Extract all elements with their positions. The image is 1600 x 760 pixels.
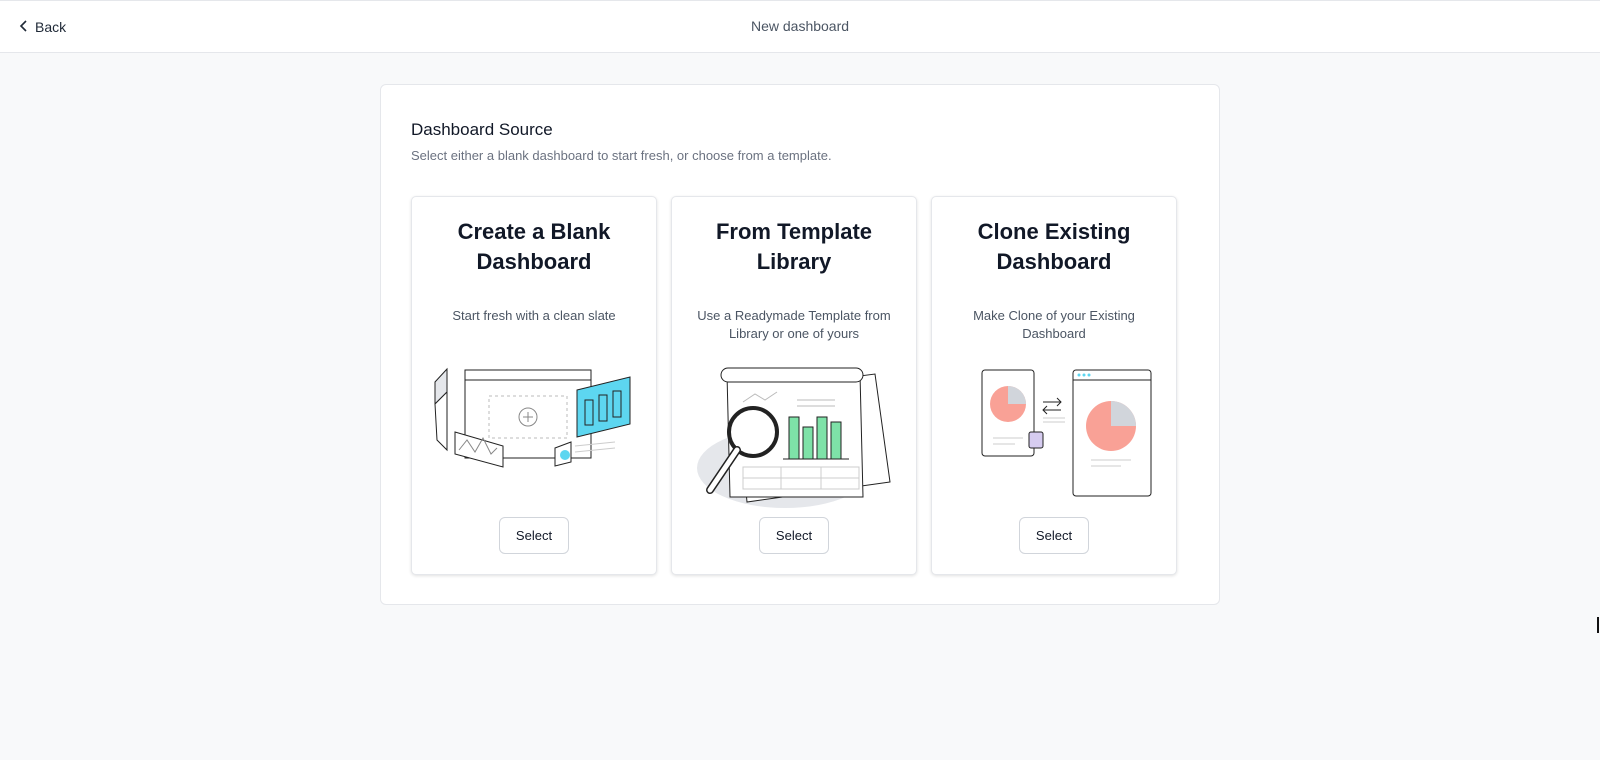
dashboard-source-panel: Dashboard Source Select either a blank d… [380,84,1220,605]
section-title: Dashboard Source [411,120,553,139]
card-description: Make Clone of your Existing Dashboard [973,308,1135,341]
select-button[interactable]: Select [499,517,569,554]
card-title: From Template Library [715,219,873,274]
blank-dashboard-card[interactable]: Create a Blank Dashboard Start fresh wit… [411,196,657,575]
top-bar: Back New dashboard [0,0,1600,53]
card-title: Clone Existing Dashboard [977,219,1131,274]
template-library-illustration [685,362,905,512]
clone-dashboard-illustration [945,362,1165,512]
blank-dashboard-illustration [425,362,645,512]
template-library-card[interactable]: From Template Library Use a Readymade Te… [671,196,917,575]
card-title: Create a Blank Dashboard [457,219,611,274]
clone-dashboard-card[interactable]: Clone Existing Dashboard Make Clone of y… [931,196,1177,575]
text-cursor-icon [1597,617,1599,633]
select-button[interactable]: Select [1019,517,1089,554]
section-subtitle: Select either a blank dashboard to start… [411,148,832,163]
page-title: New dashboard [750,18,850,34]
card-description: Start fresh with a clean slate [452,308,616,323]
card-description: Use a Readymade Template from Library or… [697,308,891,341]
select-button[interactable]: Select [759,517,829,554]
